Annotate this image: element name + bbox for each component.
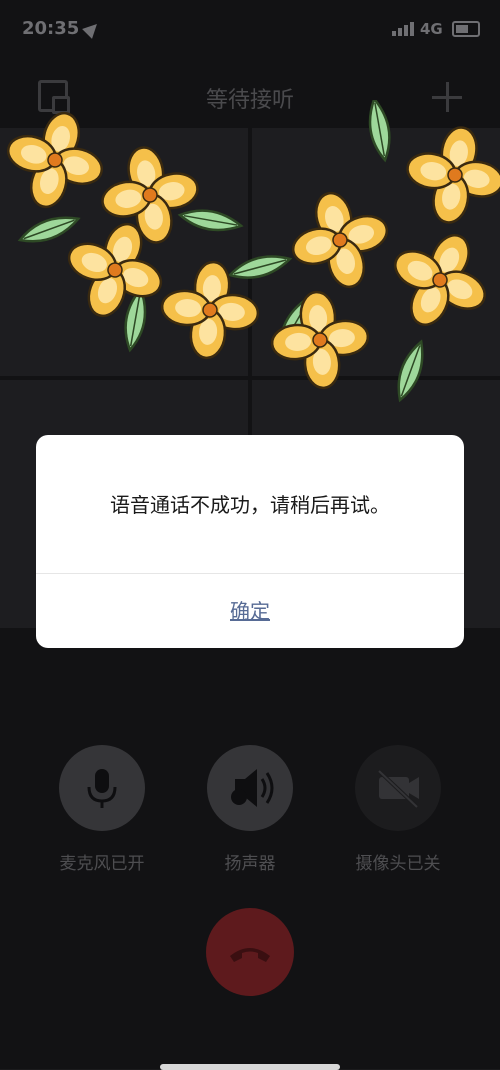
home-indicator[interactable] [160, 1064, 340, 1070]
confirm-button[interactable]: 确定 [36, 574, 464, 648]
alert-dialog: 语音通话不成功，请稍后再试。 确定 [36, 435, 464, 648]
dialog-message: 语音通话不成功，请稍后再试。 [110, 493, 390, 517]
